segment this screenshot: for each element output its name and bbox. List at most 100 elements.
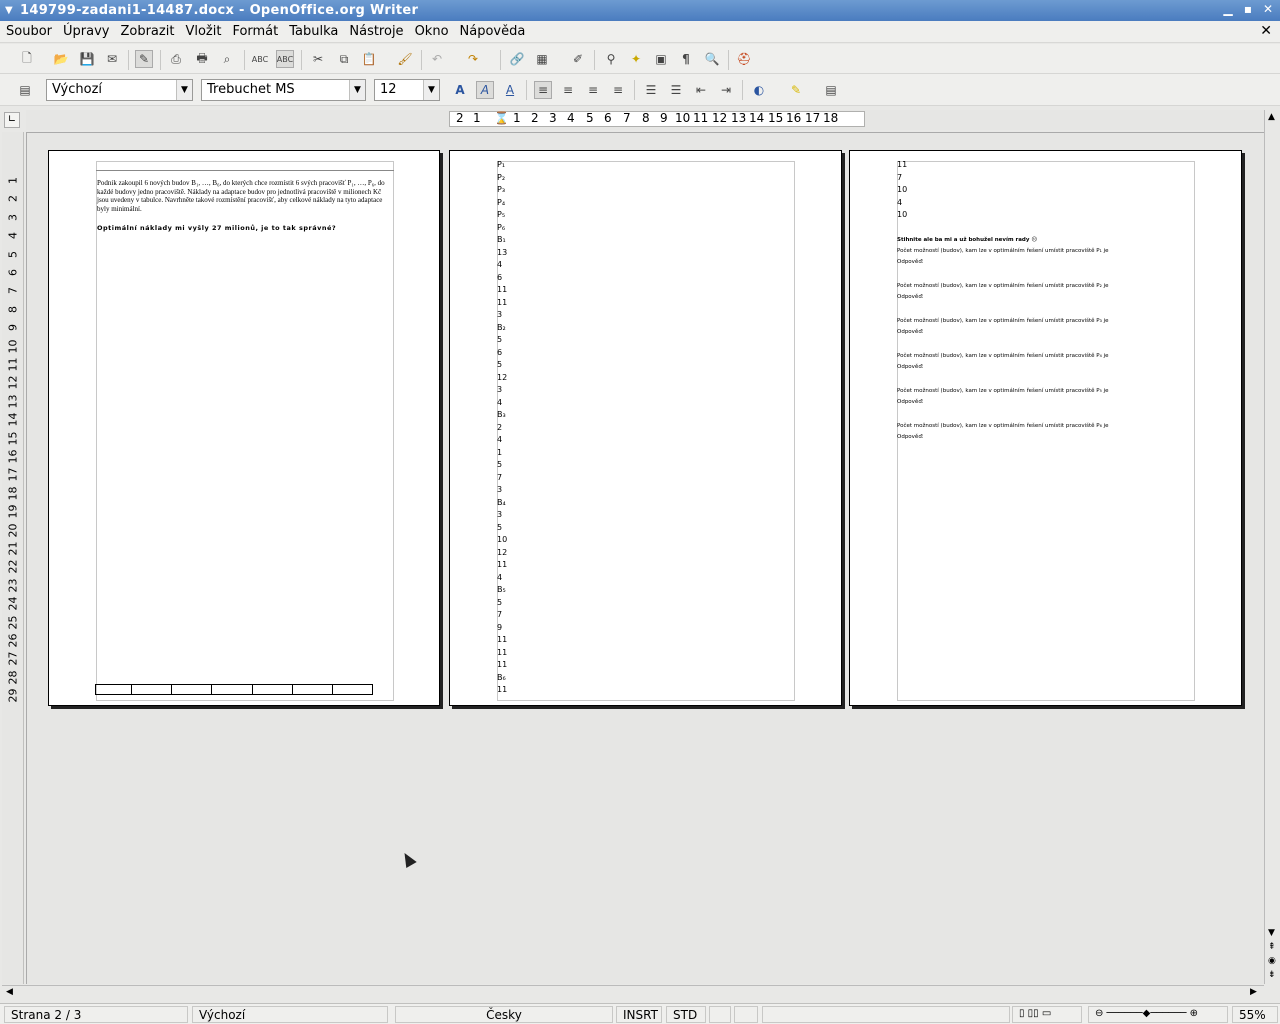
menu-napoveda[interactable]: Nápověda — [454, 24, 531, 39]
autospellcheck-icon[interactable]: ABC — [276, 50, 294, 68]
table-cell[interactable]: 11 — [497, 659, 537, 672]
undo-icon[interactable]: ↶ — [428, 50, 446, 68]
zoom-slider[interactable]: ⊖ ──────◆────── ⊕ — [1088, 1006, 1228, 1023]
font-color-icon[interactable]: ◐ — [750, 81, 768, 99]
export-pdf-icon[interactable]: ⎙ — [167, 50, 185, 68]
table-cell[interactable]: 4 — [897, 197, 907, 210]
scroll-right-icon[interactable]: ▶ — [1250, 987, 1257, 997]
question-text[interactable]: Optimální náklady mi vyšly 27 milionů, j… — [97, 224, 336, 232]
print-icon[interactable]: 🖶 — [193, 50, 211, 68]
help-icon[interactable]: ⛑ — [735, 50, 753, 68]
email-icon[interactable]: ✉ — [103, 50, 121, 68]
selection-mode-indicator[interactable]: STD — [666, 1006, 706, 1023]
vertical-scrollbar[interactable]: ▲ ▼ ⇞ ◉ ⇟ — [1264, 110, 1280, 984]
table-cell[interactable]: P₄ — [497, 197, 537, 210]
table-cell[interactable]: 4 — [497, 434, 537, 447]
minimize-icon[interactable]: ▁ — [1220, 2, 1236, 16]
font-size-select[interactable]: 12 ▼ — [374, 79, 440, 101]
save-icon[interactable]: 💾 — [78, 50, 96, 68]
table-cell[interactable]: 3 — [497, 484, 537, 497]
menu-format[interactable]: Formát — [226, 24, 283, 39]
justify-icon[interactable]: ≡ — [609, 81, 627, 99]
copy-icon[interactable]: ⧉ — [335, 50, 353, 68]
show-draw-functions-icon[interactable]: ✐ — [569, 50, 587, 68]
formatting-marks-icon[interactable]: ¶ — [677, 50, 695, 68]
answer-line[interactable]: Odpověď: — [897, 432, 1187, 443]
font-name-select[interactable]: Trebuchet MS ▼ — [201, 79, 366, 101]
answer-line[interactable]: Odpověď: — [897, 257, 1187, 268]
maximize-icon[interactable]: ▪ — [1240, 2, 1256, 16]
table-cell[interactable]: P₅ — [497, 209, 537, 222]
cut-icon[interactable]: ✂ — [309, 50, 327, 68]
navigation-icon[interactable]: ◉ — [1268, 956, 1276, 966]
table-cell[interactable]: 11 — [497, 634, 537, 647]
table-cell[interactable]: B₁ — [497, 234, 537, 247]
close-document-icon[interactable]: ✕ — [1260, 23, 1272, 39]
table-cell[interactable]: B₄ — [497, 497, 537, 510]
menu-nastroje[interactable]: Nástroje — [343, 24, 408, 39]
table-cell[interactable]: 7 — [897, 172, 907, 185]
table-cell[interactable]: 4 — [497, 397, 537, 410]
question-line[interactable]: Počet možností (budov), kam lze v optimá… — [897, 246, 1187, 257]
page-1[interactable]: Podnik zakoupil 6 nových budov B₁, …, B₆… — [48, 150, 440, 706]
table-cell[interactable]: 11 — [497, 297, 537, 310]
table-cell[interactable]: 12 — [497, 372, 537, 385]
vertical-ruler[interactable]: 1 2 3 4 5 6 7 8 9 10 11 12 13 14 15 16 17 18 19 20 21 22 23 24 2… — [2, 132, 24, 984]
table-cell[interactable]: 6 — [497, 347, 537, 360]
tab-stop-selector[interactable]: ∟ — [4, 112, 20, 128]
view-layout-icon[interactable]: ▯ ▯▯ ▭ — [1012, 1006, 1082, 1023]
menu-soubor[interactable]: Soubor — [0, 24, 57, 39]
next-page-icon[interactable]: ⇟ — [1268, 970, 1276, 980]
table-cell[interactable]: 4 — [497, 572, 537, 585]
background-color-icon[interactable]: ▤ — [822, 81, 840, 99]
scroll-down-icon[interactable]: ▼ — [1268, 928, 1275, 938]
table-cell[interactable]: P₂ — [497, 172, 537, 185]
styles-formatting-icon[interactable]: ▤ — [16, 81, 34, 99]
table-cell[interactable]: 1 — [497, 447, 537, 460]
menu-zobrazit[interactable]: Zobrazit — [114, 24, 179, 39]
question-line[interactable]: Počet možností (budov), kam lze v optimá… — [897, 386, 1187, 397]
page-style-indicator[interactable]: Výchozí — [192, 1006, 388, 1023]
table-cell[interactable]: 13 — [497, 247, 537, 260]
table-cell[interactable]: 10 — [497, 534, 537, 547]
increase-indent-icon[interactable]: ⇥ — [717, 81, 735, 99]
spellcheck-icon[interactable]: ABC — [251, 50, 269, 68]
table-cell[interactable]: 5 — [497, 522, 537, 535]
align-right-icon[interactable]: ≡ — [584, 81, 602, 99]
table-cell[interactable]: 4 — [497, 259, 537, 272]
table-cell[interactable]: 11 — [497, 559, 537, 572]
navigator-icon[interactable]: ✦ — [627, 50, 645, 68]
open-icon[interactable]: 📂 — [52, 50, 70, 68]
table-cell[interactable]: B₆ — [497, 672, 537, 685]
edit-mode-icon[interactable]: ✎ — [135, 50, 153, 68]
zoom-icon[interactable]: 🔍 — [703, 50, 721, 68]
menu-tabulka[interactable]: Tabulka — [283, 24, 343, 39]
table-cells-list[interactable]: P₁ P₂ P₃ P₄ P₅ P₆ B₁ 13 4 6 11 11 3 B₂ 5 6 5 12 3 4 B₃ 2 4 1 5 7 3… — [497, 159, 537, 697]
language-indicator[interactable]: Česky — [395, 1006, 613, 1023]
paste-icon[interactable]: 📋 — [360, 50, 378, 68]
table-cell[interactable]: 5 — [497, 334, 537, 347]
previous-page-icon[interactable]: ⇞ — [1268, 942, 1276, 952]
table-cell[interactable]: 12 — [497, 547, 537, 560]
bullets-icon[interactable]: ☰ — [667, 81, 685, 99]
bold-icon[interactable]: A — [451, 81, 469, 99]
page-2[interactable]: P₁ P₂ P₃ P₄ P₅ P₆ B₁ 13 4 6 11 11 3 B₂ 5 6 5 12 3 4 B₃ 2 4 1 5 7 3… — [449, 150, 842, 706]
new-document-icon[interactable]: 🗋 — [18, 50, 36, 68]
table-cell[interactable]: 7 — [497, 609, 537, 622]
menu-okno[interactable]: Okno — [409, 24, 454, 39]
italic-icon[interactable]: A — [476, 81, 494, 99]
table-cell[interactable]: 11 — [497, 647, 537, 660]
table-cell[interactable]: 5 — [497, 597, 537, 610]
answer-line[interactable]: Odpověď: — [897, 397, 1187, 408]
answer-line[interactable]: Odpověď: — [897, 327, 1187, 338]
underline-icon[interactable]: A — [501, 81, 519, 99]
zoom-value[interactable]: 55% — [1232, 1006, 1278, 1023]
gallery-icon[interactable]: ▣ — [652, 50, 670, 68]
scroll-up-icon[interactable]: ▲ — [1268, 112, 1275, 122]
remark-heading[interactable]: Stihnite ale ba mi a už bohužel nevím ra… — [897, 236, 1037, 244]
page-3[interactable]: 11 7 10 4 10 Stihnite ale ba mi a už bohužel… — [849, 150, 1242, 706]
align-center-icon[interactable]: ≡ — [559, 81, 577, 99]
indent-marker-icon[interactable]: ⌛ — [494, 111, 509, 125]
decrease-indent-icon[interactable]: ⇤ — [692, 81, 710, 99]
table-cell[interactable]: 11 — [497, 284, 537, 297]
